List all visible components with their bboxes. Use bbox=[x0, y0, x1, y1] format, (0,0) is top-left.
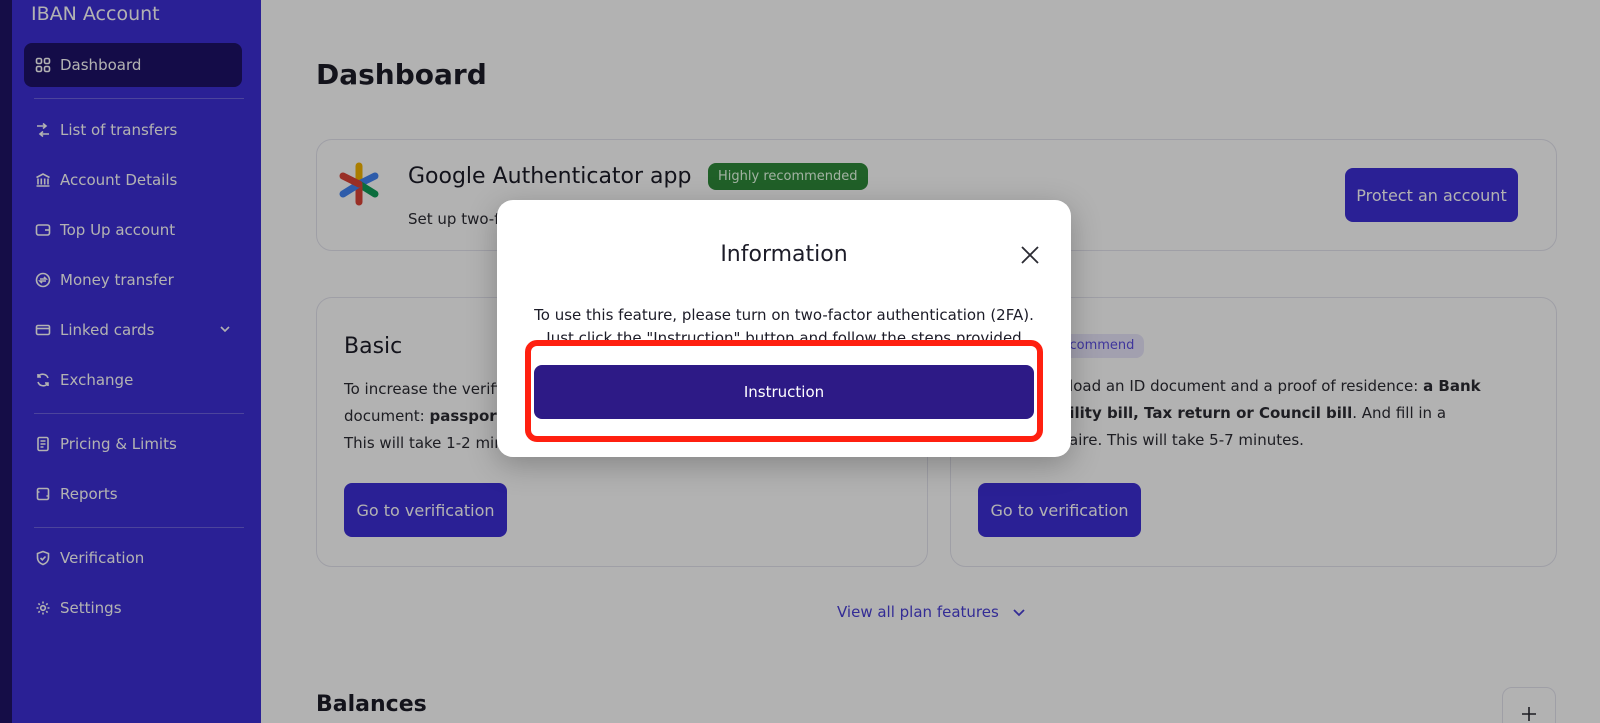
modal-message-line: To use this feature, please turn on two-… bbox=[534, 306, 1034, 324]
close-icon[interactable] bbox=[1019, 244, 1041, 266]
information-modal: Information To use this feature, please … bbox=[497, 200, 1071, 457]
instruction-button[interactable]: Instruction bbox=[534, 365, 1034, 419]
modal-message-line: Just click the "Instruction" button and … bbox=[546, 329, 1022, 347]
modal-title: Information bbox=[720, 242, 848, 267]
modal-message: To use this feature, please turn on two-… bbox=[517, 304, 1051, 350]
